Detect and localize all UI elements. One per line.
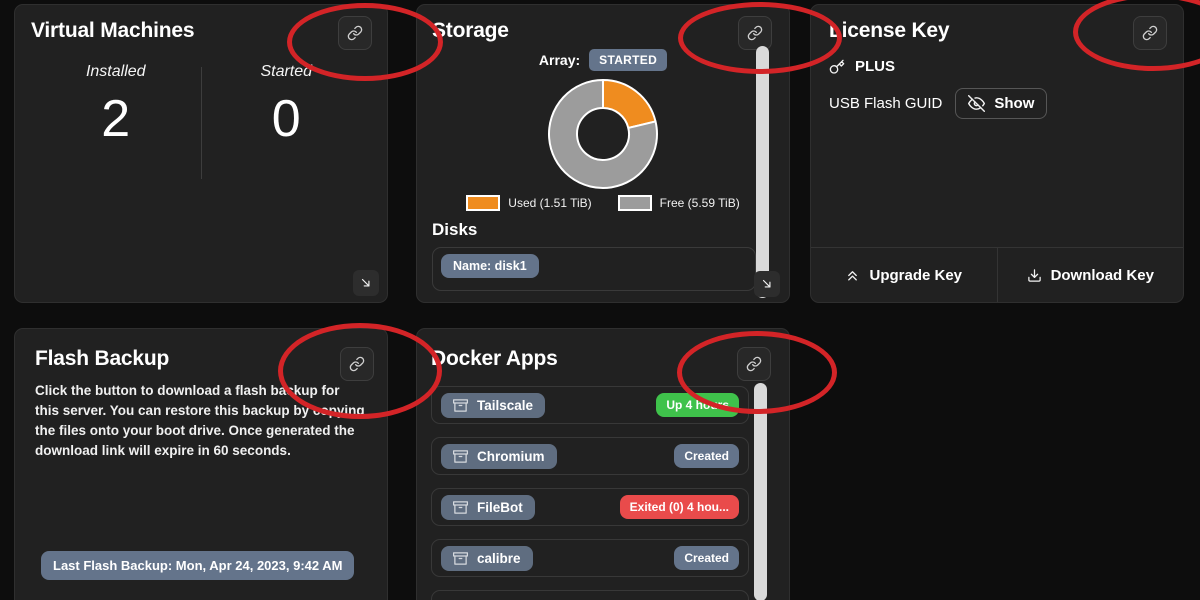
eye-off-icon [968,95,985,112]
docker-app-row[interactable]: FileBot Exited (0) 4 hou... [431,488,749,526]
storage-donut-chart [417,78,789,190]
array-label: Array: [539,52,580,68]
link-icon [1142,25,1158,41]
docker-app-status-badge: Created [674,444,739,468]
archive-box-icon [453,398,468,413]
license-key-card: License Key PLUS USB Flash GUID Show [810,4,1184,303]
legend-label-used: Used (1.51 TiB) [508,196,591,210]
flash-backup-title: Flash Backup [35,347,367,371]
docker-app-row-partial[interactable] [431,590,749,600]
docker-app-name: Chromium [477,449,545,464]
donut-used-slice [603,80,656,128]
license-tier-row: PLUS [829,58,1183,75]
archive-box-icon [453,551,468,566]
docker-apps-link-button[interactable] [737,347,771,381]
storage-resize-handle[interactable] [754,271,780,297]
docker-app-name: Tailscale [477,398,533,413]
vm-installed-label: Installed [31,63,201,81]
archive-box-icon [453,449,468,464]
angles-up-icon [845,268,860,283]
upgrade-key-button[interactable]: Upgrade Key [811,248,997,302]
link-icon [347,25,363,41]
docker-app-row[interactable]: Tailscale Up 4 hours [431,386,749,424]
key-icon [829,59,845,75]
docker-apps-title: Docker Apps [431,347,789,371]
license-key-link-button[interactable] [1133,16,1167,50]
storage-legend: Used (1.51 TiB) Free (5.59 TiB) [417,195,789,211]
flash-backup-card: Flash Backup Click the button to downloa… [14,328,388,600]
license-tier-label: PLUS [855,58,895,75]
array-status-badge: STARTED [589,49,667,71]
docker-apps-card: Docker Apps Tailscale Up 4 hours C [416,328,790,600]
docker-app-name-pill[interactable]: calibre [441,546,533,571]
legend-item-free: Free (5.59 TiB) [618,195,740,211]
storage-title: Storage [432,19,789,43]
disks-heading: Disks [432,220,789,240]
docker-scrollbar[interactable] [754,383,767,600]
legend-item-used: Used (1.51 TiB) [466,195,591,211]
virtual-machines-title: Virtual Machines [31,19,371,43]
virtual-machines-card: Virtual Machines Installed 2 Started 0 [14,4,388,303]
flash-backup-description: Click the button to download a flash bac… [35,381,367,461]
docker-app-status-badge: Created [674,546,739,570]
vm-installed-count: 2 [31,93,201,145]
arrow-down-right-icon [359,276,373,290]
storage-link-button[interactable] [738,16,772,50]
legend-label-free: Free (5.59 TiB) [660,196,740,210]
docker-app-name-pill[interactable]: Chromium [441,444,557,469]
disk-name-badge: Name: disk1 [441,254,539,278]
download-icon [1027,268,1042,283]
vm-installed-column: Installed 2 [31,63,201,179]
donut-chart-svg [547,78,659,190]
upgrade-key-label: Upgrade Key [869,267,962,284]
link-icon [746,356,762,372]
download-key-label: Download Key [1051,267,1154,284]
link-icon [349,356,365,372]
docker-app-name: calibre [477,551,521,566]
link-icon [747,25,763,41]
guid-label: USB Flash GUID [829,95,942,112]
vm-started-label: Started [202,63,372,81]
docker-apps-list: Tailscale Up 4 hours Chromium Created Fi… [431,386,789,600]
array-status-row: Array: STARTED [417,49,789,71]
virtual-machines-link-button[interactable] [338,16,372,50]
docker-app-status-badge: Up 4 hours [656,393,739,417]
vm-started-column: Started 0 [202,63,372,179]
storage-scrollbar[interactable] [756,46,769,298]
vm-started-count: 0 [202,93,372,145]
vm-resize-handle[interactable] [353,270,379,296]
docker-app-row[interactable]: calibre Created [431,539,749,577]
guid-row: USB Flash GUID Show [829,88,1183,119]
storage-card: Storage Array: STARTED Used (1.51 TiB) [416,4,790,303]
license-footer: Upgrade Key Download Key [811,247,1183,302]
docker-app-name-pill[interactable]: Tailscale [441,393,545,418]
flash-backup-link-button[interactable] [340,347,374,381]
legend-swatch-free [618,195,652,211]
archive-box-icon [453,500,468,515]
download-key-button[interactable]: Download Key [997,248,1184,302]
arrow-down-right-icon [760,277,774,291]
docker-app-row[interactable]: Chromium Created [431,437,749,475]
show-guid-label: Show [994,95,1034,112]
show-guid-button[interactable]: Show [955,88,1047,119]
docker-app-status-badge: Exited (0) 4 hou... [620,495,739,519]
docker-app-name-pill[interactable]: FileBot [441,495,535,520]
docker-app-name: FileBot [477,500,523,515]
vm-stats: Installed 2 Started 0 [31,63,371,179]
license-key-title: License Key [829,19,1183,43]
legend-swatch-used [466,195,500,211]
dashboard: Virtual Machines Installed 2 Started 0 [0,0,1200,600]
disk-row[interactable]: Name: disk1 [432,247,756,291]
last-flash-backup-badge: Last Flash Backup: Mon, Apr 24, 2023, 9:… [41,551,354,580]
